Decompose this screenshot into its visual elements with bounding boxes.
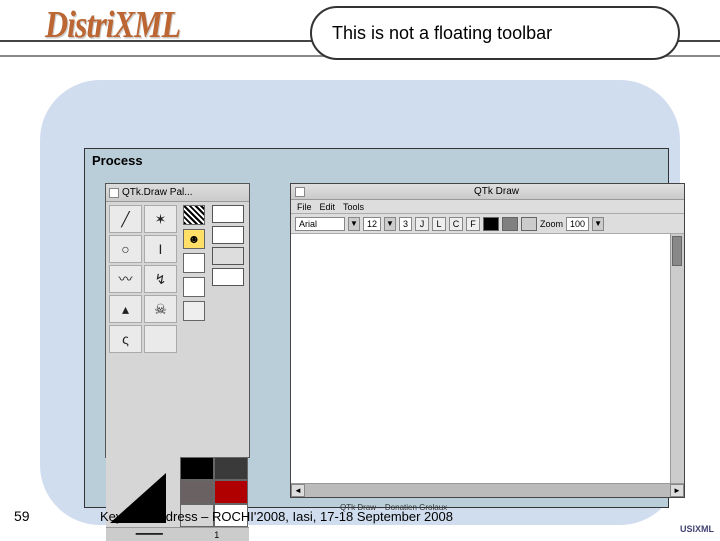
tool-sigma[interactable]: ς [109, 325, 142, 353]
corner-logo: USIXML [680, 524, 714, 534]
line-weight-slider[interactable]: ━━━━━ 1 [106, 527, 249, 541]
tool-skull[interactable]: ☠ [144, 295, 177, 323]
palette-app-icon [109, 188, 119, 198]
draw-title-text: QTk Draw [309, 186, 684, 197]
draw-window[interactable]: QTk Draw File Edit Tools Arial ▼ 12 ▼ 3 … [290, 183, 685, 498]
color-swatch[interactable] [212, 226, 244, 244]
font-size2-field[interactable]: 3 [399, 217, 412, 231]
font-family-dropdown-icon[interactable]: ▼ [348, 217, 360, 231]
font-family-field[interactable]: Arial [295, 217, 345, 231]
tool-spray[interactable]: ✶ [144, 205, 177, 233]
horizontal-scrollbar[interactable]: ◄ ► [291, 483, 684, 497]
scroll-right-icon[interactable]: ► [670, 484, 684, 497]
tool-text[interactable]: I [144, 235, 177, 263]
zoom-field[interactable]: 100 [566, 217, 589, 231]
pattern-hatch[interactable] [183, 205, 205, 225]
tool-grid: ╱ ✶ ○ I 〰 ↯ ▴ ☠ ς [106, 202, 180, 457]
style-l-button[interactable]: L [432, 217, 446, 231]
slide-number: 59 [14, 508, 30, 524]
draw-titlebar[interactable]: QTk Draw [291, 184, 684, 200]
pattern-white[interactable] [183, 253, 205, 273]
palette-window[interactable]: QTk.Draw Pal... ╱ ✶ ○ I 〰 ↯ ▴ ☠ ς ☻ [105, 183, 250, 458]
color-cell[interactable] [180, 480, 214, 503]
tool-empty[interactable] [144, 325, 177, 353]
drawing-canvas[interactable] [291, 234, 670, 483]
palette-titlebar[interactable]: QTk.Draw Pal... [106, 184, 249, 202]
color-cell[interactable] [214, 457, 248, 480]
color-column [208, 202, 248, 457]
process-window-title: Process [92, 153, 143, 168]
menu-file[interactable]: File [297, 202, 312, 212]
draw-menubar: File Edit Tools [291, 200, 684, 214]
slider-value: 1 [214, 530, 219, 540]
pattern-grey[interactable] [183, 301, 205, 321]
scroll-track[interactable] [305, 484, 670, 497]
tool-oval[interactable]: ○ [109, 235, 142, 263]
scroll-left-icon[interactable]: ◄ [291, 484, 305, 497]
draw-options-bar: Arial ▼ 12 ▼ 3 J L C F Zoom 100 ▼ [291, 214, 684, 234]
style-f-button[interactable]: F [466, 217, 480, 231]
font-size-field[interactable]: 12 [363, 217, 381, 231]
color-swatch[interactable] [212, 247, 244, 265]
zoom-label: Zoom [540, 219, 563, 229]
tool-curve[interactable]: 〰 [109, 265, 142, 293]
font-size-dropdown-icon[interactable]: ▼ [384, 217, 396, 231]
style-c-button[interactable]: C [449, 217, 463, 231]
style-j-button[interactable]: J [415, 217, 429, 231]
color-cell[interactable] [180, 457, 214, 480]
logo: DistriXML [45, 2, 180, 46]
pattern-white2[interactable] [183, 277, 205, 297]
slide-title: This is not a floating toolbar [310, 6, 680, 60]
menu-tools[interactable]: Tools [343, 202, 364, 212]
draw-app-icon [295, 187, 305, 197]
footer-text: Keynote address – ROCHI'2008, Iasi, 17-1… [100, 509, 453, 524]
menu-edit[interactable]: Edit [320, 202, 336, 212]
color-swatch[interactable] [212, 268, 244, 286]
fill-pattern-grey[interactable] [502, 217, 518, 231]
vertical-scrollbar[interactable] [670, 234, 684, 483]
color-cell[interactable] [214, 480, 248, 503]
zoom-dropdown-icon[interactable]: ▼ [592, 217, 604, 231]
pattern-face[interactable]: ☻ [183, 229, 205, 249]
scroll-thumb[interactable] [672, 236, 682, 266]
fill-pattern-black[interactable] [483, 217, 499, 231]
tool-line[interactable]: ╱ [109, 205, 142, 233]
palette-title-text: QTk.Draw Pal... [122, 187, 193, 198]
tool-triangle[interactable]: ▴ [109, 295, 142, 323]
color-swatch[interactable] [212, 205, 244, 223]
fill-pattern-light[interactable] [521, 217, 537, 231]
pattern-column: ☻ [180, 202, 208, 457]
slider-track: ━━━━━ [136, 529, 163, 540]
tool-zigzag[interactable]: ↯ [144, 265, 177, 293]
